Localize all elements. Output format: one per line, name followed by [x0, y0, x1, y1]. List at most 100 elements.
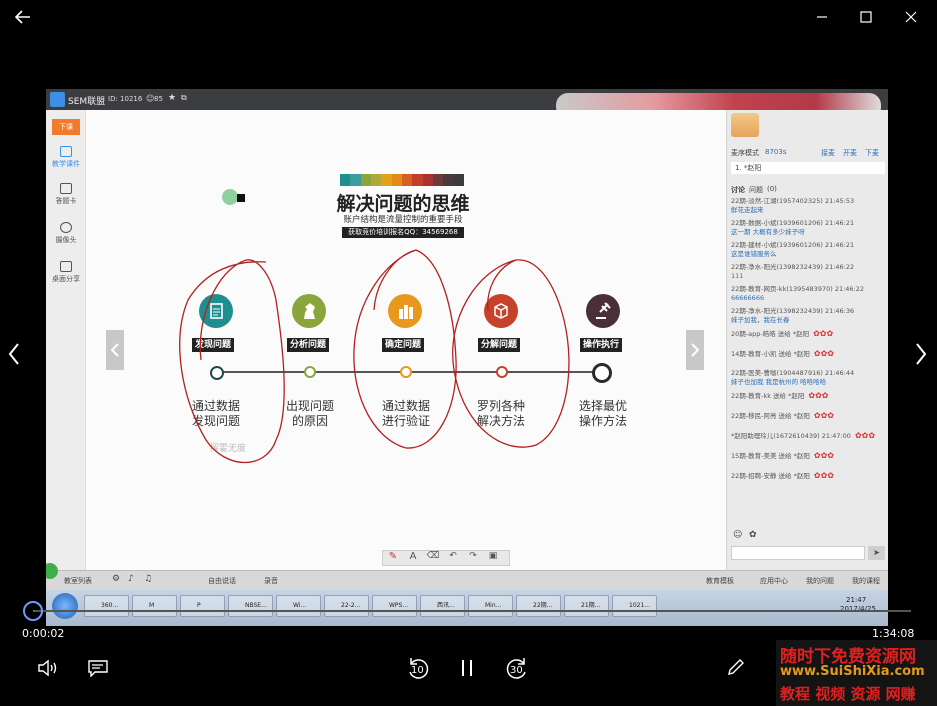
chat-message: 14期-教育-小凯 送给 *赵阳 ✿✿✿	[731, 349, 887, 359]
send-button[interactable]: ➤	[868, 546, 885, 560]
clock-time: 21:47	[846, 596, 867, 604]
chat-message-text: 这一期 大概有多少妹子呀	[731, 228, 805, 236]
taskbar-item[interactable]: 22-2...	[324, 595, 369, 617]
annotation-loop	[179, 259, 285, 463]
taskbar-item[interactable]: 1021...	[612, 595, 657, 617]
taskbar-item[interactable]: M	[132, 595, 177, 617]
leave-mic-button[interactable]: 下麦	[865, 148, 879, 158]
free-talk-button[interactable]: 自由说话	[208, 576, 236, 586]
volume-button[interactable]	[36, 656, 60, 680]
annotation-scribbles	[179, 249, 570, 463]
microphone-icon[interactable]: ♫	[144, 574, 152, 584]
site-watermark: 随时下免费资源网 www.SuiShiXia.com 教程 视频 资源 网赚	[776, 640, 937, 706]
progress-thumb[interactable]	[23, 601, 43, 621]
app-name: SEM联盟	[68, 97, 106, 107]
eraser-tool-icon[interactable]: ⌫	[423, 551, 443, 565]
taskbar-item[interactable]: Min...	[468, 595, 513, 617]
taskbar-item[interactable]: Wi...	[276, 595, 321, 617]
taskbar-item[interactable]: 22期...	[516, 595, 561, 617]
rose-icon: ✿✿✿	[813, 329, 834, 338]
classroom-list-button[interactable]: 教室列表	[64, 576, 92, 586]
chat-message-sender: 20期-app-皓皓 送给 *赵阳 ✿✿✿	[731, 329, 834, 338]
chat-message: 22期-淡然-江湖(1957402325) 21:45:53 鲜花走起来	[731, 197, 887, 215]
chat-message: 22期-教育-kk 送给 *赵阳 ✿✿✿	[731, 391, 887, 401]
forward-seconds: 30	[510, 665, 523, 676]
chevron-left-icon	[8, 343, 19, 365]
taskbar-item[interactable]: NBSE...	[228, 595, 273, 617]
my-questions-button[interactable]: 我的问题	[806, 576, 834, 586]
chat-input[interactable]	[731, 546, 865, 560]
record-button[interactable]: 录音	[264, 576, 278, 586]
rose-icon: ✿✿✿	[808, 391, 829, 400]
undo-icon[interactable]: ↶	[443, 551, 463, 565]
app-center-button[interactable]: 应用中心	[760, 576, 788, 586]
taskbar-item[interactable]: 21期...	[564, 595, 609, 617]
taskbar-item[interactable]: 西讯...	[420, 595, 465, 617]
speaker-icon[interactable]: ♪	[128, 574, 134, 584]
sidebar-item-courseware[interactable]: 教学课件	[48, 146, 84, 169]
maximize-button[interactable]	[854, 6, 878, 28]
green-status-icon	[46, 563, 58, 579]
sidebar-item-label: 答题卡	[55, 197, 77, 205]
chat-message: 22期-移民-阿亮 送给 *赵阳 ✿✿✿	[731, 411, 887, 421]
chat-message: *赵阳助理玲儿(1672610439) 21:47:00 ✿✿✿	[731, 431, 887, 441]
watermark-url: www.SuiShiXia.com	[780, 664, 925, 679]
rose-icon: ✿✿✿	[813, 349, 834, 358]
settings-icon[interactable]: ⚙	[112, 574, 120, 584]
next-arrow-button[interactable]	[910, 340, 932, 368]
pen-tool-icon[interactable]: ✎	[383, 551, 403, 565]
start-button[interactable]	[52, 593, 78, 619]
grab-mic-button[interactable]: 接麦	[821, 148, 835, 158]
taskbar-item[interactable]: WPS...	[372, 595, 417, 617]
edit-button[interactable]	[724, 655, 748, 679]
drawing-toolbar: ✎ A ⌫ ↶ ↷ ▣	[382, 550, 510, 566]
subtitles-button[interactable]	[86, 656, 110, 680]
emoji-icon[interactable]: ☺	[733, 530, 742, 540]
answer-card-icon	[60, 183, 72, 194]
template-menu[interactable]: 教育模板	[706, 576, 734, 586]
sidebar-item-answer-card[interactable]: 答题卡	[48, 183, 84, 206]
my-courses-button[interactable]: 我的课程	[852, 576, 880, 586]
desktop-share-icon	[60, 261, 72, 272]
subtitles-icon	[88, 660, 108, 677]
back-button[interactable]	[11, 6, 35, 28]
chat-message-sender: 22期-淡然-江湖(1957402325) 21:45:53	[731, 197, 855, 205]
flower-icon[interactable]: ✿	[749, 530, 757, 540]
tab-questions[interactable]: 问题	[749, 185, 763, 195]
progress-track[interactable]	[33, 610, 911, 612]
sidebar-item-camera[interactable]: 摄像头	[48, 222, 84, 245]
share-icon[interactable]: ⧉	[181, 93, 187, 103]
home-icon[interactable]	[50, 92, 65, 107]
sidebar-item-label: 桌面分享	[52, 275, 80, 283]
pause-button[interactable]	[455, 656, 479, 680]
close-button[interactable]	[899, 6, 923, 28]
back-icon	[15, 10, 30, 24]
chat-message-sender: 22期-教育-网页-kk(1395483970) 21:46:22	[731, 285, 865, 293]
minimize-button[interactable]	[810, 6, 834, 28]
taskbar-item[interactable]: 360...	[84, 595, 129, 617]
chat-panel: 麦序模式 8703s 接麦 开麦 下麦 1. *赵阳 讨论 问题 (0) 22期…	[726, 110, 888, 570]
chat-message-sender: 15期-教育-美美 送给 *赵阳 ✿✿✿	[731, 451, 834, 460]
chat-message: 22期-数据-小斌(1939601206) 21:46:21 这一期 大概有多少妹…	[731, 219, 887, 237]
questions-count: (0)	[767, 185, 777, 193]
watermark-line: 教程 视频 资源 网赚	[780, 685, 916, 703]
open-mic-button[interactable]: 开麦	[843, 148, 857, 158]
sidebar-item-desktop-share[interactable]: 桌面分享	[48, 261, 84, 284]
chat-message-sender: 22期-数据-小斌(1939601206) 21:46:21	[731, 219, 855, 227]
chat-message: 20期-app-皓皓 送给 *赵阳 ✿✿✿	[731, 329, 887, 339]
chat-message: 22期-教育-网页-kk(1395483970) 21:46:22 6666666…	[731, 285, 887, 303]
rose-icon: ✿✿✿	[813, 451, 834, 460]
chat-message-sender: 22期-净水-阳光(1398232439) 21:46:36	[731, 307, 855, 315]
tab-discussion[interactable]: 讨论	[731, 185, 745, 195]
redo-icon[interactable]: ↷	[463, 551, 483, 565]
text-tool-icon[interactable]: A	[403, 551, 423, 565]
lock-icon[interactable]: ▣	[483, 551, 503, 565]
star-icon[interactable]: ★	[168, 93, 176, 103]
chat-message-text: 妹子加我，我在长春	[731, 316, 790, 324]
rose-icon: ✿✿✿	[854, 431, 876, 440]
taskbar-item[interactable]: P	[180, 595, 225, 617]
chat-message-text: 这是谁错服务么	[731, 250, 777, 258]
end-class-button[interactable]: 下课	[52, 119, 80, 135]
previous-arrow-button[interactable]	[3, 340, 25, 368]
rose-icon: ✿✿✿	[813, 471, 834, 480]
